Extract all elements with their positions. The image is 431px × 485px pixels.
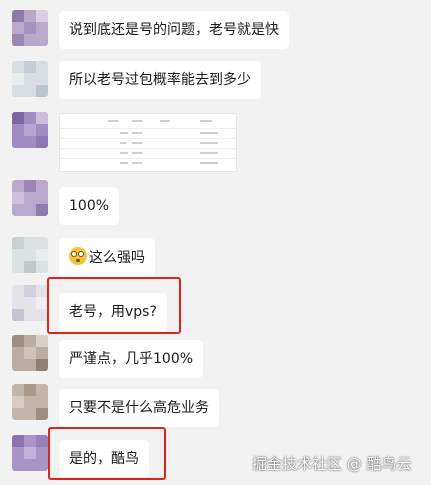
message-bubble: 100% (59, 187, 120, 225)
message-text: 严谨点，几乎100% (69, 351, 194, 367)
avatar[interactable] (12, 112, 48, 148)
highlight-box (48, 427, 166, 480)
avatar[interactable] (12, 285, 48, 321)
highlight-box (47, 277, 181, 334)
avatar[interactable] (12, 237, 48, 273)
image-message[interactable] (59, 113, 237, 172)
message-bubble: 只要不是什么高危业务 (59, 389, 219, 427)
message-bubble: 说到底还是号的问题，老号就是快 (59, 11, 289, 49)
avatar[interactable] (12, 180, 48, 216)
avatar[interactable] (12, 335, 48, 371)
avatar[interactable] (12, 10, 48, 46)
message-bubble: 严谨点，几乎100% (59, 340, 204, 378)
flushed-face-icon (69, 247, 87, 265)
message-bubble: 所以老号过包概率能去到多少 (59, 61, 261, 99)
watermark: 掘金技术社区 @ 酷鸟云 (252, 455, 412, 473)
message-text: 这么强吗 (89, 250, 145, 266)
avatar[interactable] (12, 61, 48, 97)
message-text: 所以老号过包概率能去到多少 (69, 72, 251, 88)
message-text: 100% (69, 198, 110, 214)
message-bubble: 这么强吗 (59, 238, 155, 277)
avatar[interactable] (12, 435, 48, 471)
message-text: 只要不是什么高危业务 (69, 400, 209, 416)
avatar[interactable] (12, 384, 48, 420)
message-text: 说到底还是号的问题，老号就是快 (69, 22, 279, 38)
